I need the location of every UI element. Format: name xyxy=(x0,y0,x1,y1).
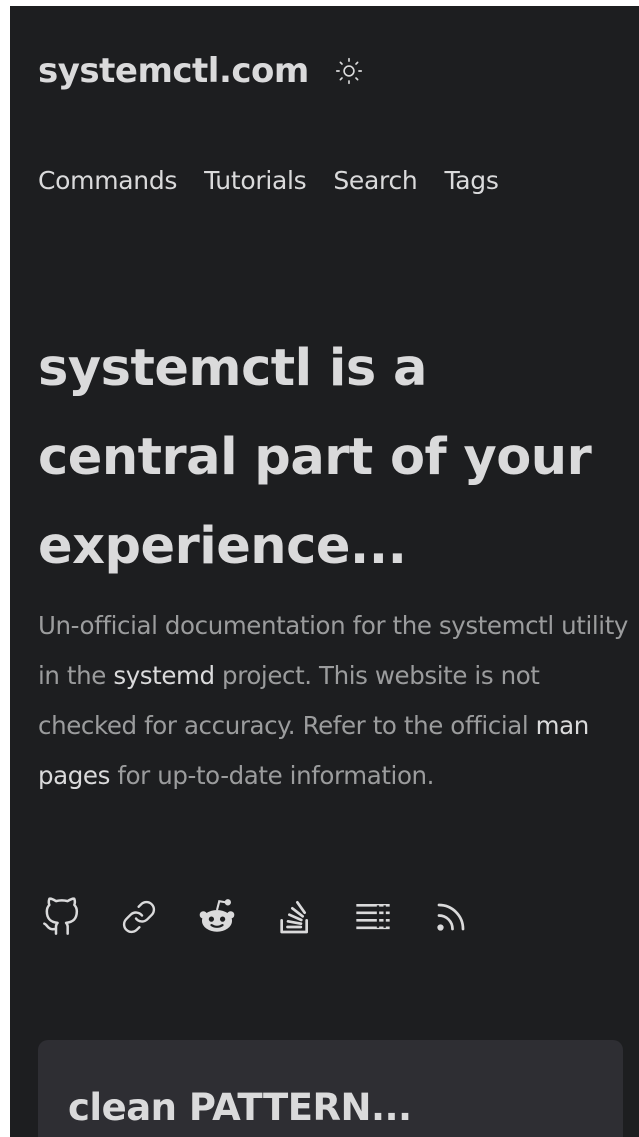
link-icon xyxy=(122,900,156,934)
systemd-link[interactable]: systemd xyxy=(113,661,215,690)
rss-icon xyxy=(437,903,465,931)
reddit-icon xyxy=(199,899,235,932)
post-card[interactable]: clean PATTERN... xyxy=(38,1040,623,1137)
nav-item-search[interactable]: Search xyxy=(333,166,417,195)
github-icon xyxy=(43,897,79,935)
social-icons xyxy=(40,896,508,938)
main-nav: Commands Tutorials Search Tags xyxy=(38,166,499,195)
theme-toggle-button[interactable] xyxy=(333,55,365,87)
stackoverflow-icon xyxy=(280,901,308,934)
link-link[interactable] xyxy=(118,896,160,938)
github-link[interactable] xyxy=(40,896,82,938)
hero-desc-text-3: for up-to-date information. xyxy=(109,761,435,790)
nav-item-tutorials[interactable]: Tutorials xyxy=(204,166,307,195)
post-title: clean PATTERN... xyxy=(68,1086,412,1129)
hero-description: Un-official documentation for the system… xyxy=(38,601,628,801)
list-icon xyxy=(356,904,390,930)
nav-item-tags[interactable]: Tags xyxy=(444,166,498,195)
hero-title: systemctl is a central part of your expe… xyxy=(38,339,592,576)
stackoverflow-link[interactable] xyxy=(274,896,316,938)
logo-row: systemctl.com xyxy=(38,46,365,96)
page: systemctl.com Commands Tutorials Search xyxy=(10,6,639,1137)
site-logo[interactable]: systemctl.com xyxy=(38,51,309,91)
rss-link[interactable] xyxy=(430,896,472,938)
list-link[interactable] xyxy=(352,896,394,938)
nav-item-commands[interactable]: Commands xyxy=(38,166,177,195)
reddit-link[interactable] xyxy=(196,896,238,938)
sun-icon xyxy=(335,57,362,85)
